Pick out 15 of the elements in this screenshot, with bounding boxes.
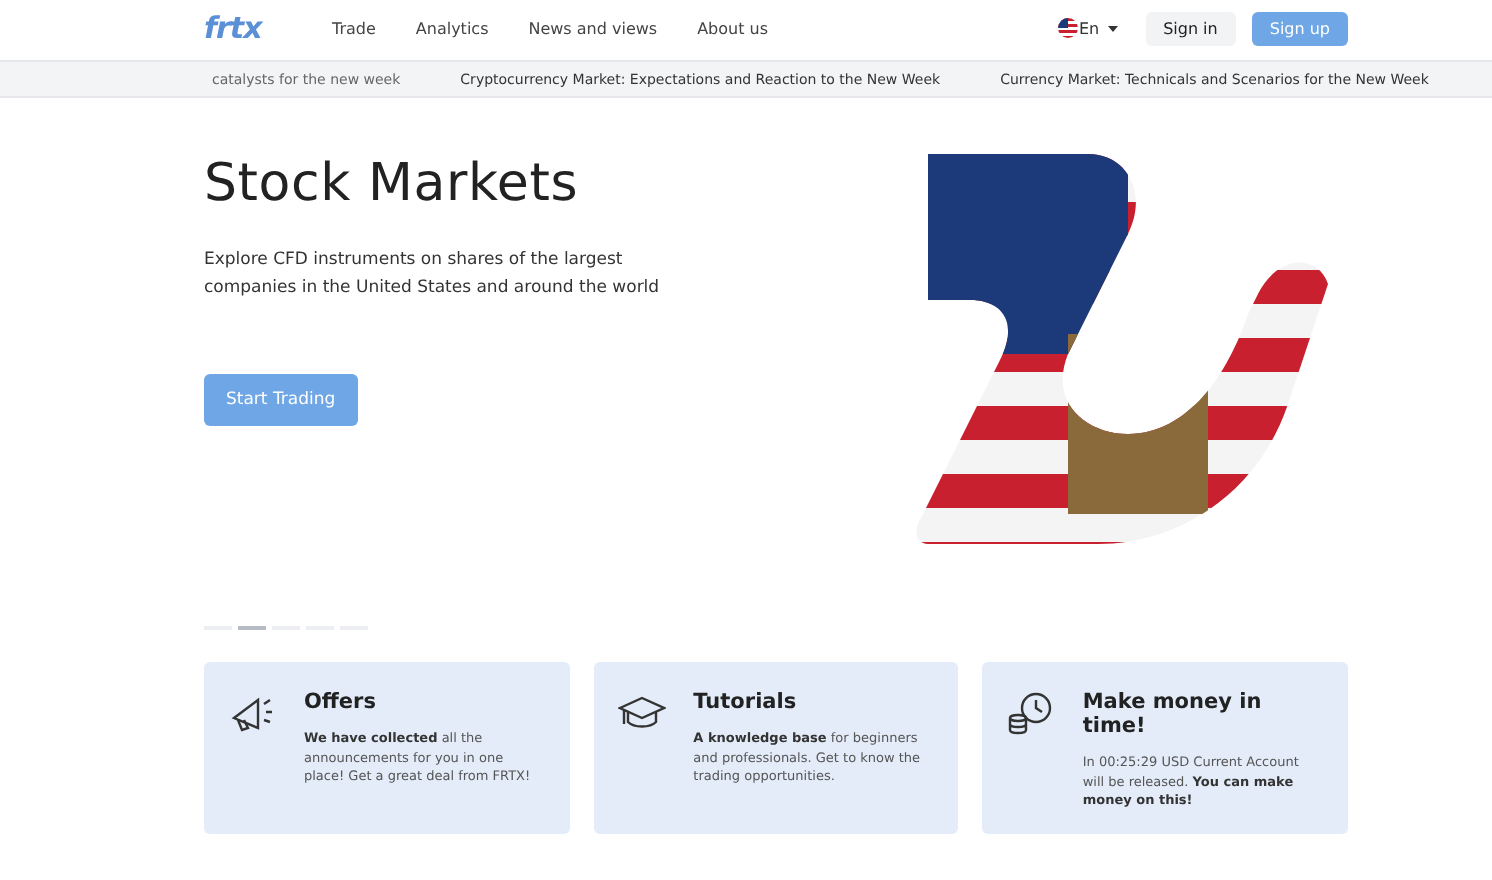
flag-icon (1058, 18, 1079, 38)
nav-link[interactable]: Analytics (415, 19, 489, 37)
nav-link[interactable]: Trade (332, 19, 376, 37)
card-title: Offers (304, 690, 378, 714)
hero-title: Stock Markets (204, 154, 581, 214)
card-title: Make money in time! (1082, 690, 1264, 738)
sign-in-button[interactable]: Sign in (1145, 11, 1236, 45)
card-title: Tutorials (693, 690, 799, 714)
caret-icon (1107, 25, 1118, 31)
hero-description: Explore CFD instruments on shares of the largest companies in the United States and around the world (204, 248, 662, 302)
carousel-indicator[interactable] (238, 626, 266, 630)
coins-clock-icon (1006, 690, 1055, 738)
nav-link[interactable]: About us (697, 19, 769, 37)
language-selector[interactable]: En (1078, 19, 1118, 37)
nav-link[interactable]: News and views (528, 19, 658, 37)
